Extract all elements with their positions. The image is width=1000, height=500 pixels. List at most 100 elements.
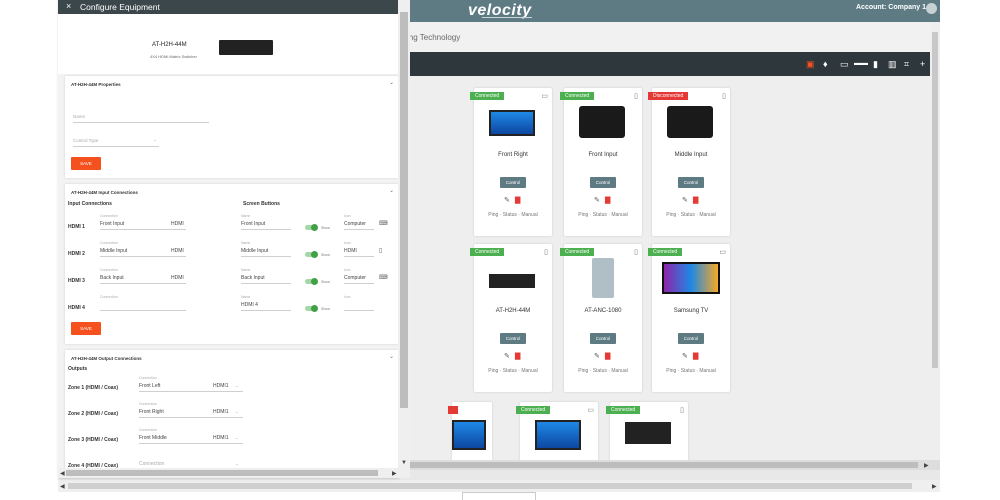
account-label[interactable]: Account: Company 1 — [856, 4, 926, 11]
scroll-right-icon[interactable]: ▶ — [392, 470, 397, 477]
button-name-input[interactable]: Middle Input — [241, 248, 268, 254]
input-connection-select[interactable]: Middle Input — [100, 248, 127, 254]
device-links[interactable]: Ping · Status · Manual — [652, 368, 730, 374]
control-type-select[interactable]: Control Type — [73, 138, 98, 143]
scroll-thumb[interactable] — [932, 32, 938, 368]
pencil-icon[interactable]: ✎ — [504, 196, 510, 204]
outputs-heading: Outputs — [68, 366, 88, 372]
chevron-down-icon[interactable]: ⌄ — [389, 79, 394, 86]
scroll-down-icon[interactable]: ▼ — [401, 460, 407, 466]
control-button[interactable]: Control — [678, 333, 704, 344]
chevron-down-icon[interactable]: ⌄ — [235, 409, 239, 415]
device-links[interactable]: Ping · Status · Manual — [474, 368, 552, 374]
control-button[interactable]: Control — [678, 177, 704, 188]
output-connection-select[interactable]: Connection — [139, 461, 164, 467]
monitor-icon[interactable]: ▭ — [587, 406, 594, 414]
device-card — [448, 402, 492, 462]
scroll-thumb[interactable] — [66, 470, 378, 476]
scroll-thumb[interactable] — [400, 12, 408, 408]
main-vertical-scrollbar[interactable] — [930, 22, 940, 460]
panel-horizontal-scrollbar[interactable] — [58, 468, 410, 478]
chevron-down-icon[interactable]: ⌄ — [389, 187, 394, 194]
control-button[interactable]: Control — [590, 333, 616, 344]
pencil-icon[interactable]: ✎ — [594, 352, 600, 360]
device-image — [667, 106, 713, 138]
control-button[interactable]: Control — [590, 177, 616, 188]
output-connection-select[interactable]: Front Left — [139, 383, 160, 389]
icon-select[interactable]: Computer — [344, 275, 366, 281]
trash-icon[interactable]: ▇ — [515, 196, 520, 204]
scroll-thumb[interactable] — [68, 483, 912, 489]
button-name-input[interactable]: Front Input — [241, 221, 265, 227]
trash-icon[interactable]: ▇ — [693, 196, 698, 204]
zone-label: Zone 2 (HDMI / Coax) — [68, 411, 119, 417]
chevron-down-icon[interactable]: ⌄ — [235, 383, 239, 389]
chart-icon[interactable]: ▥ — [888, 59, 897, 69]
output-connection-select[interactable]: Front Right — [139, 409, 164, 415]
trash-icon[interactable]: ▇ — [515, 352, 520, 360]
control-button[interactable]: Control — [500, 177, 526, 188]
panel-vertical-scrollbar[interactable] — [398, 0, 410, 470]
trash-icon[interactable]: ▇ — [605, 196, 610, 204]
status-badge: Connected — [560, 248, 595, 256]
chevron-down-icon[interactable]: ⌄ — [153, 137, 157, 143]
chevron-down-icon[interactable]: ⌄ — [235, 461, 239, 467]
scroll-left-icon[interactable]: ◀ — [60, 483, 65, 490]
scroll-right-icon[interactable]: ▶ — [924, 462, 929, 469]
mic-icon[interactable]: ♦ — [823, 59, 828, 69]
remote-icon[interactable]: ▯ — [634, 92, 638, 100]
icon-label: Icon — [344, 241, 351, 245]
show-toggle[interactable] — [305, 251, 318, 258]
plus-icon[interactable]: + — [920, 59, 925, 69]
panel-header: × Configure Equipment — [58, 0, 398, 14]
device-links[interactable]: Ping · Status · Manual — [564, 368, 642, 374]
monitor-icon[interactable]: ▭ — [840, 59, 849, 69]
button-name-input[interactable]: HDMI 4 — [241, 302, 258, 308]
scroll-left-icon[interactable]: ◀ — [60, 470, 65, 477]
control-button[interactable]: Control — [500, 333, 526, 344]
device-image — [625, 422, 671, 444]
show-toggle[interactable] — [305, 224, 318, 231]
device-links[interactable]: Ping · Status · Manual — [652, 212, 730, 218]
trash-icon[interactable]: ▇ — [693, 352, 698, 360]
pencil-icon[interactable]: ✎ — [682, 352, 688, 360]
remote-icon[interactable]: ▯ — [544, 248, 548, 256]
remote-icon[interactable]: ▯ — [680, 406, 684, 414]
device-links[interactable]: Ping · Status · Manual — [564, 212, 642, 218]
icon-underline — [344, 283, 374, 284]
monitor-icon[interactable]: ▭ — [719, 248, 726, 256]
properties-save-button[interactable]: SAVE — [71, 157, 101, 170]
input-connection-select[interactable]: Back Input — [100, 275, 124, 281]
connection-label: Connection — [100, 295, 118, 299]
page-horizontal-scrollbar[interactable] — [58, 480, 940, 492]
monitor-icon[interactable]: ▭ — [541, 92, 548, 100]
crop-icon[interactable]: ⌗ — [904, 59, 909, 69]
record-icon[interactable]: ▣ — [806, 59, 815, 69]
pencil-icon[interactable]: ✎ — [594, 196, 600, 204]
inputs-save-button[interactable]: SAVE — [71, 322, 101, 335]
icon-label: Icon — [344, 214, 351, 218]
chevron-down-icon[interactable]: ⌄ — [235, 435, 239, 441]
remote-icon[interactable]: ▯ — [722, 92, 726, 100]
icon-select[interactable]: HDMI — [344, 248, 357, 254]
button-name-input[interactable]: Back Input — [241, 275, 265, 281]
pencil-icon[interactable]: ✎ — [504, 352, 510, 360]
remote-icon[interactable]: ▯ — [634, 248, 638, 256]
output-connection-select[interactable]: Front Middle — [139, 435, 167, 441]
show-label: Show — [321, 226, 330, 230]
switcher-icon[interactable]: ▬▬ — [854, 59, 868, 69]
close-icon[interactable]: × — [66, 1, 71, 11]
icon-select[interactable]: Computer — [344, 221, 366, 227]
show-toggle[interactable] — [305, 305, 318, 312]
chevron-down-icon[interactable]: ⌄ — [389, 353, 394, 360]
device-links[interactable]: Ping · Status · Manual — [474, 212, 552, 218]
icon-label: Icon — [344, 295, 351, 299]
panel-icon[interactable]: ▮ — [873, 59, 878, 69]
show-toggle[interactable] — [305, 278, 318, 285]
pencil-icon[interactable]: ✎ — [682, 196, 688, 204]
input-connection-select[interactable]: Front Input — [100, 221, 124, 227]
name-input[interactable]: Name — [73, 114, 85, 119]
trash-icon[interactable]: ▇ — [605, 352, 610, 360]
scroll-right-icon[interactable]: ▶ — [932, 483, 937, 490]
account-avatar-icon[interactable] — [926, 3, 937, 14]
